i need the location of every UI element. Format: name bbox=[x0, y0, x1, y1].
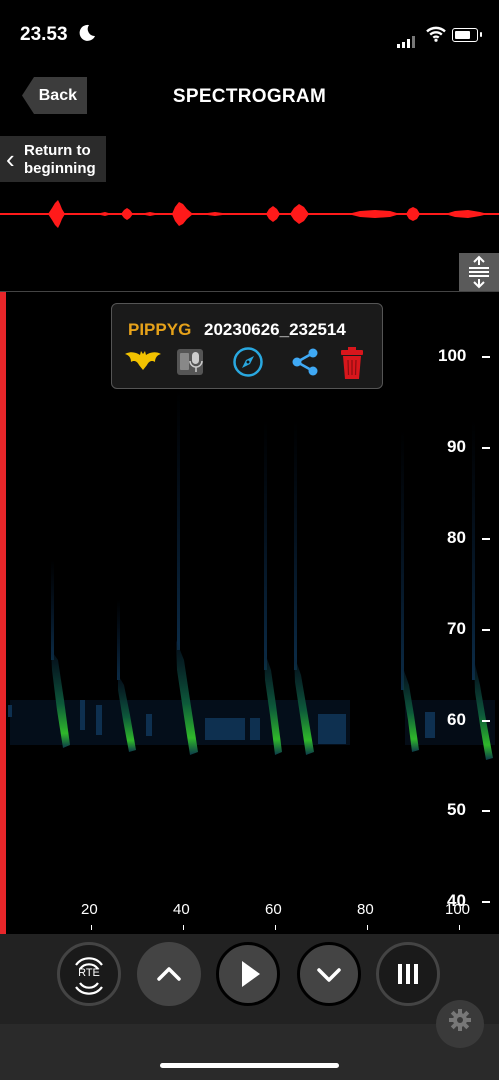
y-tick-mark bbox=[482, 901, 490, 903]
rte-label: RTE bbox=[78, 967, 100, 979]
chevron-down-icon bbox=[317, 968, 341, 982]
return-label-line1: Return to bbox=[24, 142, 91, 159]
battery-tip bbox=[480, 32, 482, 37]
return-to-beginning-button[interactable]: ‹ Return to beginning bbox=[0, 136, 106, 182]
y-tick-label: 50 bbox=[447, 800, 466, 819]
x-tick-label: 20 bbox=[81, 901, 98, 918]
x-tick-mark bbox=[275, 925, 276, 930]
y-tick-mark bbox=[482, 720, 490, 722]
x-tick-label: 100 bbox=[445, 901, 471, 918]
chevron-left-icon: ‹ bbox=[6, 144, 15, 174]
x-tick-mark bbox=[91, 925, 92, 930]
bottom-area bbox=[0, 1024, 499, 1080]
bars-menu-button[interactable] bbox=[376, 942, 440, 1006]
recorder-icon[interactable] bbox=[175, 346, 205, 383]
x-tick-mark bbox=[183, 925, 184, 930]
chevron-up-icon bbox=[157, 967, 181, 981]
return-label-line2: beginning bbox=[24, 160, 96, 177]
vertical-zoom-button[interactable] bbox=[459, 253, 499, 291]
playhead-line[interactable] bbox=[0, 292, 6, 934]
bars-icon bbox=[398, 964, 418, 984]
y-tick-mark bbox=[482, 356, 490, 358]
y-tick-mark bbox=[482, 810, 490, 812]
cellular-signal-icon bbox=[397, 30, 417, 48]
x-tick-label: 40 bbox=[173, 901, 190, 918]
x-tick-mark bbox=[367, 925, 368, 930]
y-tick-label: 90 bbox=[447, 437, 466, 456]
y-tick-mark bbox=[482, 538, 490, 540]
battery-icon bbox=[452, 28, 478, 42]
status-time: 23.53 bbox=[20, 24, 68, 45]
scroll-down-button[interactable] bbox=[297, 942, 361, 1006]
species-code[interactable]: PIPPYG bbox=[128, 320, 191, 340]
gear-icon bbox=[449, 1009, 471, 1031]
y-tick-label: 80 bbox=[447, 528, 466, 547]
x-tick-label: 80 bbox=[357, 901, 374, 918]
bat-icon[interactable] bbox=[124, 348, 162, 377]
trash-icon[interactable] bbox=[339, 346, 365, 385]
waveform-overview[interactable] bbox=[0, 195, 499, 235]
expand-vertical-icon bbox=[469, 255, 489, 289]
page-title: SPECTROGRAM bbox=[172, 86, 327, 107]
scroll-up-button[interactable] bbox=[137, 942, 201, 1006]
x-tick-mark bbox=[459, 925, 460, 930]
y-tick-mark bbox=[482, 629, 490, 631]
play-icon bbox=[242, 961, 260, 987]
y-tick-mark bbox=[482, 447, 490, 449]
recording-info-popup[interactable]: PIPPYG 20230626_232514 bbox=[111, 303, 383, 389]
rte-button[interactable]: RTE bbox=[57, 942, 121, 1006]
recording-id: 20230626_232514 bbox=[204, 320, 346, 339]
share-icon[interactable] bbox=[289, 346, 321, 383]
compass-icon[interactable] bbox=[232, 346, 264, 383]
play-button[interactable] bbox=[216, 942, 280, 1006]
settings-button[interactable] bbox=[436, 1000, 484, 1048]
wifi-icon bbox=[426, 26, 446, 47]
y-tick-label: 70 bbox=[447, 619, 466, 638]
moon-icon bbox=[78, 24, 96, 47]
home-indicator[interactable] bbox=[160, 1063, 339, 1068]
y-tick-label: 60 bbox=[447, 710, 466, 729]
y-tick-label: 100 bbox=[438, 346, 467, 365]
x-tick-label: 60 bbox=[265, 901, 282, 918]
